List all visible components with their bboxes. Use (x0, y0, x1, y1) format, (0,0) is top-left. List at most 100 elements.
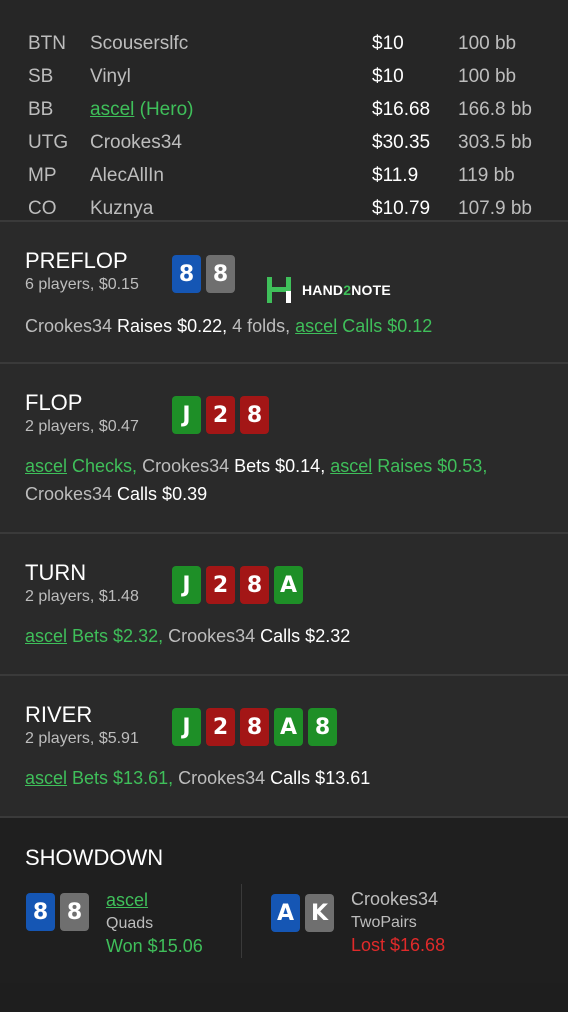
street-title: PREFLOP (25, 248, 128, 273)
action-text: Calls $0.39 (112, 484, 208, 504)
player-stack-bb: 100 bb (458, 66, 517, 87)
street-actions: ascel Checks, Crookes34 Bets $0.14, asce… (25, 452, 548, 508)
player-stack-bb: 119 bb (458, 165, 515, 186)
card: 8 (172, 255, 201, 293)
street-turn: TURN 2 players, $1.48 J 2 8 A ascel Bets… (0, 534, 568, 676)
showdown-hero-hand: Quads (106, 915, 154, 932)
street-title: TURN (25, 560, 87, 585)
street-actions: ascel Bets $13.61, Crookes34 Calls $13.6… (25, 764, 548, 792)
showdown-hero-name[interactable]: ascel (106, 889, 203, 912)
action-text: Calls $2.32 (255, 626, 351, 646)
action-text: Calls $13.61 (265, 768, 371, 788)
player-stack: $10 (372, 33, 404, 54)
hand2note-logo: HAND2NOTE (266, 276, 391, 304)
action-text: Bets $0.14, (229, 456, 326, 476)
street-subtitle: 2 players, $0.47 (25, 418, 139, 435)
player-stack-bb: 166.8 bb (458, 99, 532, 120)
player-row: MP AlecAllIn $11.9 119 bb (0, 161, 568, 194)
card: A (274, 708, 303, 746)
street-subtitle: 6 players, $0.15 (25, 276, 139, 293)
player-position: MP (28, 165, 57, 186)
card: 8 (308, 708, 337, 746)
player-position: UTG (28, 132, 69, 153)
showdown-villain-info: Crookes34 TwoPairs Lost $16.68 (351, 888, 445, 957)
showdown-section: SHOWDOWN 8 8 ascel Quads Won $15.06 A K … (0, 818, 568, 983)
street-title: FLOP (25, 390, 83, 415)
card: J (172, 396, 201, 434)
player-stack: $16.68 (372, 99, 431, 120)
board-cards: J 2 8 A 8 (172, 708, 337, 746)
player-position: BB (28, 99, 54, 120)
player-stack: $10 (372, 66, 404, 87)
card: A (274, 566, 303, 604)
card: 8 (60, 893, 89, 931)
street-flop: FLOP 2 players, $0.47 J 2 8 ascel Checks… (0, 364, 568, 534)
card: 2 (206, 566, 235, 604)
player-row-hero: BB ascel (Hero) $16.68 166.8 bb (0, 95, 568, 128)
player-row: SB Vinyl $10 100 bb (0, 62, 568, 95)
card: 2 (206, 708, 235, 746)
logo-text-suffix: NOTE (351, 282, 391, 298)
hand2note-logo-icon (267, 277, 291, 303)
action-text: 4 folds, (227, 316, 296, 336)
hero-link[interactable]: ascel (25, 456, 67, 476)
card: K (305, 894, 334, 932)
player-position: SB (28, 66, 54, 87)
hero-link[interactable]: ascel (25, 626, 67, 646)
card: 8 (240, 396, 269, 434)
logo-text-prefix: HAND (302, 282, 344, 298)
hero-link[interactable]: ascel (330, 456, 372, 476)
street-river: RIVER 2 players, $5.91 J 2 8 A 8 ascel B… (0, 676, 568, 818)
player-stack: $30.35 (372, 132, 431, 153)
card: 8 (240, 566, 269, 604)
street-actions: Crookes34 Raises $0.22, 4 folds, ascel C… (25, 312, 548, 340)
player-position: CO (28, 198, 57, 219)
player-name: Crookes34 (90, 132, 182, 153)
showdown-divider (241, 884, 242, 958)
player-stack: $10.79 (372, 198, 431, 219)
board-cards: J 2 8 (172, 396, 269, 434)
player-name: Scouserslfc (90, 33, 189, 54)
player-row: UTG Crookes34 $30.35 303.5 bb (0, 128, 568, 161)
player-stack-bb: 303.5 bb (458, 132, 532, 153)
street-title: RIVER (25, 702, 93, 727)
action-player: Crookes34 (163, 626, 256, 646)
card: 2 (206, 396, 235, 434)
card: 8 (26, 893, 55, 931)
action-text: Checks, (67, 456, 138, 476)
showdown-villain-hand: TwoPairs (351, 914, 417, 931)
hero-link[interactable]: ascel (295, 316, 337, 336)
action-text: Bets $13.61, (67, 768, 174, 788)
action-text: Bets $2.32, (67, 626, 164, 646)
card: 8 (240, 708, 269, 746)
hand2note-logo-text: HAND2NOTE (302, 282, 391, 298)
card: J (172, 708, 201, 746)
card: J (172, 566, 201, 604)
player-position: BTN (28, 33, 66, 54)
action-player: Crookes34 (25, 484, 113, 504)
action-text: Raises $0.53, (372, 456, 488, 476)
street-subtitle: 2 players, $1.48 (25, 588, 139, 605)
player-row: BTN Scouserslfc $10 100 bb (0, 29, 568, 62)
board-cards: J 2 8 A (172, 566, 303, 604)
hero-name-link[interactable]: ascel (90, 99, 134, 120)
players-table: BTN Scouserslfc $10 100 bb SB Vinyl $10 … (0, 0, 568, 222)
player-name: Kuznya (90, 198, 154, 219)
showdown-villain-name: Crookes34 (351, 889, 439, 909)
showdown-hero-cards: 8 8 (26, 893, 89, 931)
showdown-villain-result: Lost $16.68 (351, 935, 446, 955)
card: A (271, 894, 300, 932)
action-player: Crookes34 (137, 456, 230, 476)
player-stack-bb: 100 bb (458, 33, 517, 54)
action-player: Crookes34 (173, 768, 266, 788)
hero-name-group: ascel (Hero) (90, 99, 193, 121)
street-actions: ascel Bets $2.32, Crookes34 Calls $2.32 (25, 622, 548, 650)
showdown-hero-info: ascel Quads Won $15.06 (106, 889, 203, 958)
hero-link[interactable]: ascel (25, 768, 67, 788)
player-stack: $11.9 (372, 165, 419, 186)
player-name: Vinyl (90, 66, 131, 87)
showdown-title: SHOWDOWN (25, 845, 164, 870)
player-name: AlecAllIn (90, 165, 164, 186)
street-subtitle: 2 players, $5.91 (25, 730, 139, 747)
showdown-hero-result: Won $15.06 (106, 936, 203, 956)
